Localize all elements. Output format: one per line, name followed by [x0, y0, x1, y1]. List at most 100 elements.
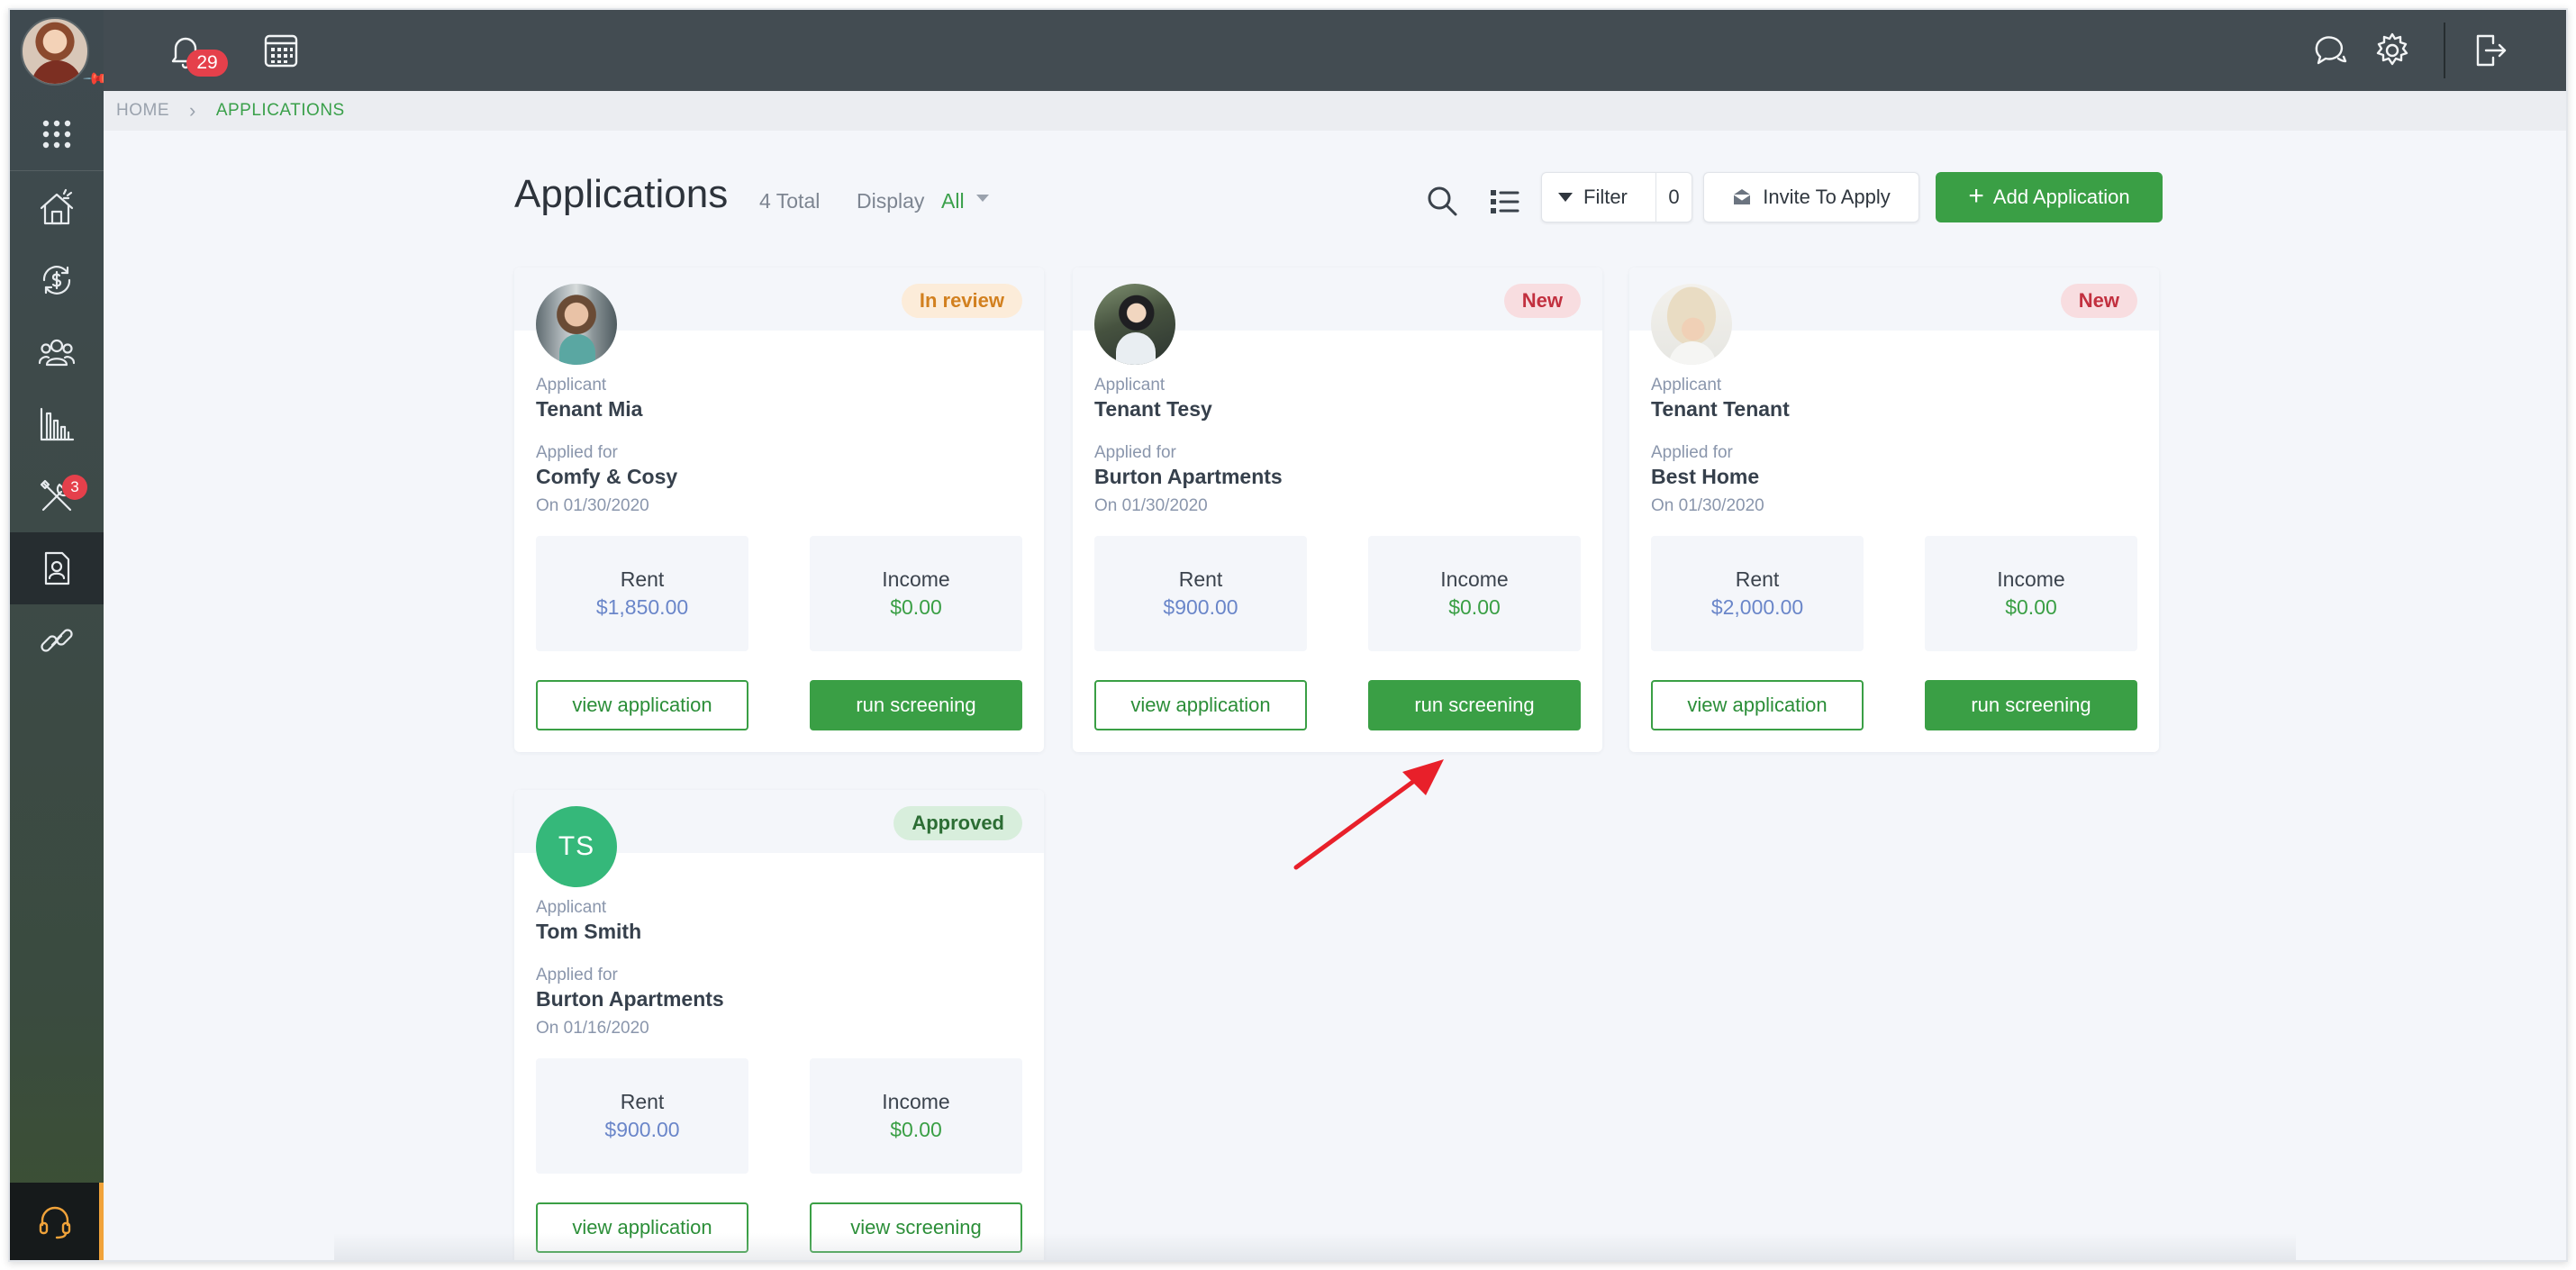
caret-down-icon[interactable] — [976, 195, 989, 202]
status-badge: New — [2060, 284, 2137, 318]
plus-icon: + — [1968, 180, 1984, 211]
run-screening-button[interactable]: run screening — [1368, 680, 1581, 730]
breadcrumb-home[interactable]: HOME — [116, 101, 169, 121]
sidebar-item-links[interactable] — [10, 604, 104, 676]
view-application-button[interactable]: view application — [536, 680, 748, 730]
applicant-label: Applicant — [536, 898, 607, 917]
search-icon — [1428, 186, 1457, 216]
property-name: Best Home — [1651, 465, 1760, 488]
income-label: Income — [1440, 567, 1509, 591]
rent-value: $1,850.00 — [595, 595, 689, 619]
sidebar-item-accounting[interactable] — [10, 244, 104, 316]
rent-box: Rent $1,850.00 — [536, 536, 748, 651]
rent-label: Rent — [1178, 567, 1223, 591]
applicant-name: Tenant Tenant — [1651, 397, 1790, 421]
list-view-button[interactable] — [1483, 181, 1525, 222]
sidebar-item-apps[interactable] — [10, 98, 104, 170]
top-bar: 29 — [104, 10, 2566, 91]
sidebar: 📌 3 — [10, 10, 110, 1260]
search-button[interactable] — [1422, 181, 1464, 222]
applicant-name: Tenant Mia — [536, 397, 643, 421]
run-screening-button[interactable]: run screening — [810, 680, 1022, 730]
list-icon — [1491, 190, 1519, 213]
applicant-avatar — [1651, 284, 1732, 365]
applicant-label: Applicant — [536, 376, 607, 395]
applicant-avatar: TS — [536, 806, 617, 887]
calendar-button[interactable] — [240, 10, 322, 91]
rent-value: $900.00 — [604, 1118, 680, 1141]
filter-button[interactable]: Filter 0 — [1541, 172, 1692, 222]
application-card: New Applicant Tenant Tenant Applied for … — [1629, 268, 2159, 752]
sidebar-item-maintenance[interactable]: 3 — [10, 460, 104, 532]
income-box: Income $0.00 — [1925, 536, 2137, 651]
applicant-avatar — [1094, 284, 1175, 365]
add-application-button[interactable]: + Add Application — [1936, 172, 2163, 222]
rent-label: Rent — [620, 567, 665, 591]
property-name: Comfy & Cosy — [536, 465, 678, 488]
scroll-shadow — [334, 1233, 2296, 1260]
income-label: Income — [1997, 567, 2065, 591]
app-window: 📌 3 29 HOME › APPLICATIONS Applications … — [8, 8, 2568, 1262]
sidebar-item-reports[interactable] — [10, 388, 104, 460]
application-card: Approved TS Applicant Tom Smith Applied … — [514, 790, 1044, 1260]
applicant-label: Applicant — [1094, 376, 1166, 395]
page-title: Applications — [514, 172, 729, 216]
rent-value: $2,000.00 — [1710, 595, 1804, 619]
applicant-doc-icon — [44, 551, 70, 585]
sidebar-item-people[interactable] — [10, 316, 104, 388]
income-value: $0.00 — [1448, 595, 1501, 619]
display-label: Display — [857, 189, 925, 213]
rent-box: Rent $900.00 — [1094, 536, 1307, 651]
breadcrumb: HOME › APPLICATIONS — [104, 91, 2566, 131]
sidebar-item-properties[interactable] — [10, 172, 104, 244]
rent-value: $900.00 — [1163, 595, 1238, 619]
rent-label: Rent — [1735, 567, 1780, 591]
gear-icon — [2376, 32, 2408, 66]
chevron-right-icon: › — [189, 99, 196, 122]
user-avatar[interactable] — [21, 17, 89, 86]
property-name: Burton Apartments — [1094, 465, 1283, 488]
applied-date: On 01/30/2020 — [1094, 496, 1208, 515]
sidebar-item-applications[interactable] — [10, 532, 104, 604]
status-badge: Approved — [893, 806, 1022, 840]
invite-label: Invite To Apply — [1763, 186, 1891, 208]
support-button[interactable] — [10, 1183, 104, 1260]
view-application-button[interactable]: view application — [1094, 680, 1307, 730]
applied-date: On 01/30/2020 — [1651, 496, 1764, 515]
chat-bubbles-icon — [2315, 36, 2347, 65]
income-value: $0.00 — [2005, 595, 2057, 619]
income-box: Income $0.00 — [1368, 536, 1581, 651]
logout-button[interactable] — [2449, 10, 2530, 91]
breadcrumb-current: APPLICATIONS — [215, 101, 345, 120]
settings-button[interactable] — [2352, 10, 2433, 91]
property-name: Burton Apartments — [536, 987, 724, 1011]
invite-to-apply-button[interactable]: Invite To Apply — [1703, 172, 1919, 222]
apps-grid-icon — [42, 120, 71, 149]
rent-label: Rent — [620, 1090, 665, 1113]
bar-chart-icon — [40, 407, 75, 441]
envelope-icon — [1733, 189, 1751, 204]
filter-label: Filter — [1583, 186, 1628, 208]
topbar-divider — [2444, 23, 2445, 78]
total-count: 4 Total — [759, 189, 821, 213]
calendar-icon — [264, 34, 298, 68]
applicant-label: Applicant — [1651, 376, 1722, 395]
income-label: Income — [882, 1090, 950, 1113]
people-icon — [38, 339, 76, 367]
run-screening-button[interactable]: run screening — [1925, 680, 2137, 730]
house-icon — [40, 188, 74, 225]
display-select[interactable]: All — [941, 189, 965, 213]
applied-date: On 01/30/2020 — [536, 496, 649, 515]
money-cycle-icon — [42, 266, 71, 295]
applied-for-label: Applied for — [536, 443, 618, 462]
applied-for-label: Applied for — [1651, 443, 1733, 462]
annotation-arrow-icon — [1293, 759, 1444, 870]
income-box: Income $0.00 — [810, 536, 1022, 651]
view-application-button[interactable]: view application — [1651, 680, 1864, 730]
filter-icon — [1558, 193, 1573, 202]
income-box: Income $0.00 — [810, 1058, 1022, 1174]
applied-for-label: Applied for — [1094, 443, 1176, 462]
application-card: New Applicant Tenant Tesy Applied for Bu… — [1073, 268, 1602, 752]
notification-count-badge: 29 — [186, 50, 228, 77]
applicant-name: Tenant Tesy — [1094, 397, 1212, 421]
